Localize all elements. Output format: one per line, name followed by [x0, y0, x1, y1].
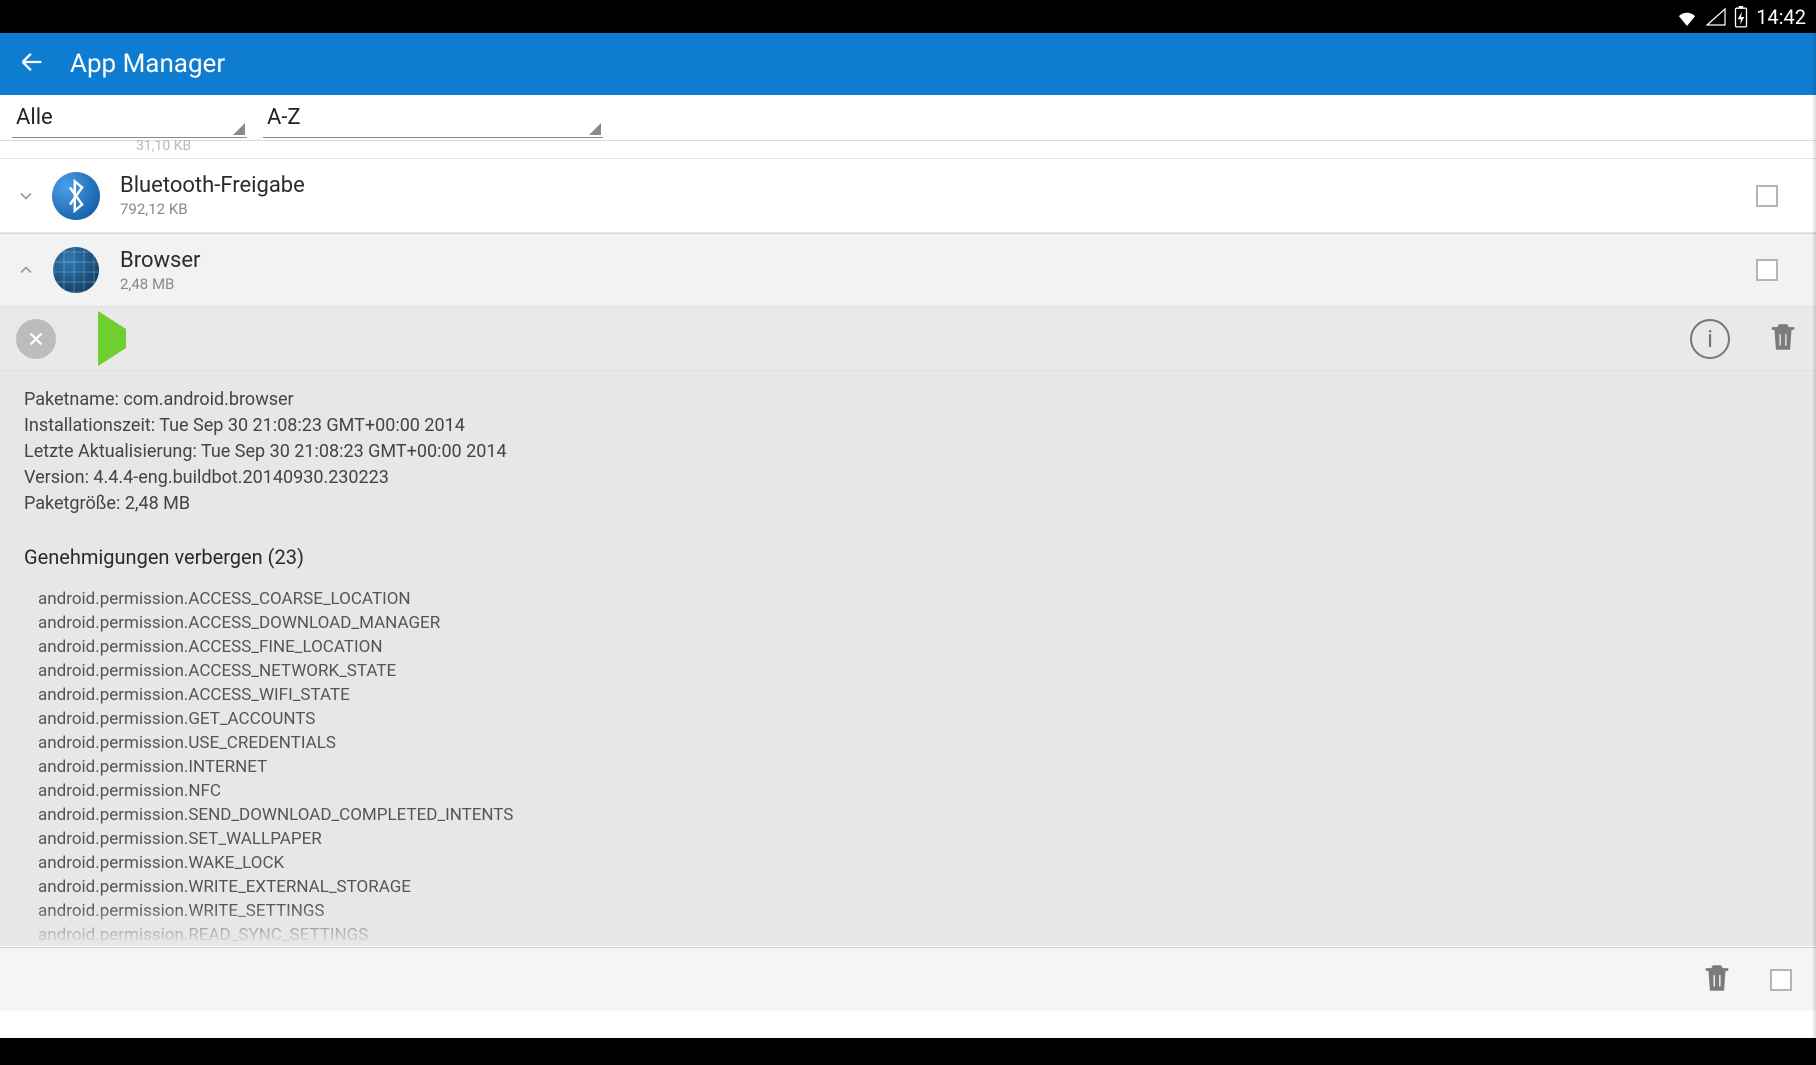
permissions-toggle[interactable]: Genehmigungen verbergen (23) [24, 545, 1792, 569]
permission-item: android.permission.ACCESS_DOWNLOAD_MANAG… [38, 611, 1792, 635]
select-checkbox[interactable] [1756, 259, 1778, 281]
delete-selected-button[interactable] [1700, 961, 1734, 999]
filter-category-value: Alle [16, 105, 53, 130]
back-arrow-icon[interactable] [18, 48, 46, 80]
battery-charging-icon [1734, 6, 1748, 28]
list-item[interactable]: Bluetooth-Freigabe 792,12 KB [0, 159, 1816, 233]
browser-globe-icon [50, 244, 102, 296]
status-time: 14:42 [1756, 5, 1806, 29]
app-size-label: 2,48 MB [120, 275, 1756, 293]
app-size-label: 792,12 KB [120, 200, 1756, 218]
launch-app-button[interactable] [92, 329, 126, 348]
permission-item: android.permission.READ_SYNC_SETTINGS [38, 923, 1792, 946]
permission-item: android.permission.USE_CREDENTIALS [38, 731, 1792, 755]
app-detail-panel[interactable]: Paketname: com.android.browser Installat… [0, 371, 1816, 946]
play-icon [98, 311, 126, 366]
dropdown-triangle-icon [233, 123, 245, 135]
filter-row: Alle A-Z [0, 95, 1816, 141]
info-button[interactable]: i [1690, 319, 1730, 359]
detail-install-time: Installationszeit: Tue Sep 30 21:08:23 G… [24, 413, 1792, 439]
trash-icon [1700, 980, 1734, 999]
trash-icon [1766, 339, 1800, 358]
expand-toggle[interactable] [8, 186, 44, 206]
detail-version: Version: 4.4.4-eng.buildbot.20140930.230… [24, 465, 1792, 491]
select-all-checkbox[interactable] [1770, 969, 1792, 991]
app-list[interactable]: 31,10 KB Bluetooth-Freigabe 792,12 KB [0, 141, 1816, 946]
permission-item: android.permission.GET_ACCOUNTS [38, 707, 1792, 731]
signal-icon [1706, 8, 1726, 26]
app-name-label: Browser [120, 248, 1756, 273]
close-icon [27, 330, 45, 348]
app-name-label: Bluetooth-Freigabe [120, 173, 1756, 198]
dropdown-triangle-icon [589, 123, 601, 135]
chevron-up-icon [16, 260, 36, 280]
filter-sort-spinner[interactable]: A-Z [263, 98, 603, 138]
page-title: App Manager [70, 49, 225, 79]
status-bar: 14:42 [0, 0, 1816, 33]
permission-item: android.permission.ACCESS_COARSE_LOCATIO… [38, 587, 1792, 611]
detail-package-size: Paketgröße: 2,48 MB [24, 491, 1792, 517]
permission-item: android.permission.WRITE_EXTERNAL_STORAG… [38, 875, 1792, 899]
app-size-label: 31,10 KB [136, 141, 191, 151]
permission-item: android.permission.SEND_DOWNLOAD_COMPLET… [38, 803, 1792, 827]
permission-item: android.permission.ACCESS_WIFI_STATE [38, 683, 1792, 707]
permission-item: android.permission.ACCESS_NETWORK_STATE [38, 659, 1792, 683]
filter-sort-value: A-Z [267, 105, 301, 130]
detail-last-update: Letzte Aktualisierung: Tue Sep 30 21:08:… [24, 439, 1792, 465]
close-detail-button[interactable] [16, 319, 56, 359]
permission-item: android.permission.ACCESS_FINE_LOCATION [38, 635, 1792, 659]
list-item-peek[interactable]: 31,10 KB [0, 141, 1816, 159]
permission-item: android.permission.WRITE_SETTINGS [38, 899, 1792, 923]
info-icon: i [1707, 325, 1713, 353]
uninstall-button[interactable] [1766, 320, 1800, 358]
bluetooth-icon [50, 170, 102, 222]
collapse-toggle[interactable] [8, 260, 44, 280]
permission-list: android.permission.ACCESS_COARSE_LOCATIO… [24, 587, 1792, 946]
app-bar: App Manager [0, 33, 1816, 95]
permission-item: android.permission.NFC [38, 779, 1792, 803]
permission-item: android.permission.SET_WALLPAPER [38, 827, 1792, 851]
permission-item: android.permission.WAKE_LOCK [38, 851, 1792, 875]
permission-item: android.permission.INTERNET [38, 755, 1792, 779]
list-item[interactable]: Browser 2,48 MB [0, 233, 1816, 307]
bottom-toolbar [0, 947, 1816, 1011]
detail-action-bar: i [0, 307, 1816, 371]
select-checkbox[interactable] [1756, 185, 1778, 207]
wifi-icon [1676, 8, 1698, 26]
chevron-down-icon [16, 186, 36, 206]
detail-package: Paketname: com.android.browser [24, 387, 1792, 413]
filter-category-spinner[interactable]: Alle [12, 98, 247, 138]
